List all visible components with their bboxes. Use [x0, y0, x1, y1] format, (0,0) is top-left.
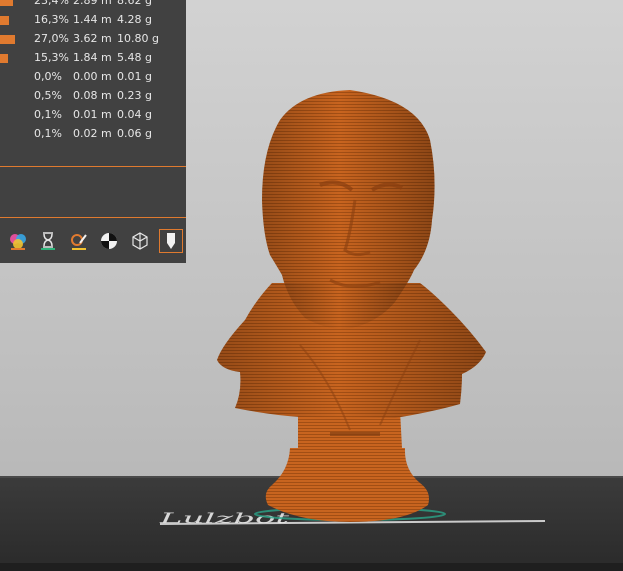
material-usage-row: 15,3% 1.84 m 5.48 g: [0, 50, 186, 66]
usage-length: 1.84 m: [73, 51, 112, 64]
usage-length: 0.02 m: [73, 127, 112, 140]
usage-percent: 0,0%: [34, 70, 62, 83]
view-mode-toolbar: [0, 224, 186, 258]
usage-percent: 0,1%: [34, 108, 62, 121]
cube-wireframe-icon[interactable]: [129, 230, 151, 252]
usage-weight: 0.01 g: [117, 70, 152, 83]
usage-weight: 10.80 g: [117, 32, 159, 45]
material-usage-row: 23,4% 2.89 m 8.62 g: [0, 0, 186, 9]
contrast-icon[interactable]: [98, 230, 120, 252]
tool-settings-icon[interactable]: [68, 230, 90, 252]
material-usage-row: 0,0% 0.00 m 0.01 g: [0, 69, 186, 85]
usage-weight: 0.23 g: [117, 89, 152, 102]
usage-weight: 8.62 g: [117, 0, 152, 7]
usage-length: 0.00 m: [73, 70, 112, 83]
usage-percent: 0,5%: [34, 89, 62, 102]
material-usage-row: 0,1% 0.01 m 0.04 g: [0, 107, 186, 123]
usage-percent: 0,1%: [34, 127, 62, 140]
usage-bar: [0, 16, 9, 25]
bust: [217, 90, 486, 522]
color-palette-icon[interactable]: [7, 230, 29, 252]
panel-divider: [0, 217, 186, 218]
usage-bar: [0, 54, 8, 63]
usage-length: 0.08 m: [73, 89, 112, 102]
extruder-icon[interactable]: [159, 229, 183, 253]
usage-weight: 5.48 g: [117, 51, 152, 64]
material-usage-row: 27,0% 3.62 m 10.80 g: [0, 31, 186, 47]
material-usage-row: 16,3% 1.44 m 4.28 g: [0, 12, 186, 28]
usage-length: 1.44 m: [73, 13, 112, 26]
usage-percent: 27,0%: [34, 32, 69, 45]
hourglass-icon[interactable]: [37, 230, 59, 252]
usage-bar: [0, 35, 15, 44]
material-usage-row: 0,5% 0.08 m 0.23 g: [0, 88, 186, 104]
material-usage-panel: 23,4% 2.89 m 8.62 g 16,3% 1.44 m 4.28 g 27,0% 3…: [0, 0, 186, 263]
usage-weight: 0.06 g: [117, 127, 152, 140]
panel-divider: [0, 166, 186, 167]
usage-percent: 15,3%: [34, 51, 69, 64]
usage-percent: 23,4%: [34, 0, 69, 7]
usage-bar: [0, 0, 13, 6]
usage-length: 3.62 m: [73, 32, 112, 45]
usage-weight: 0.04 g: [117, 108, 152, 121]
usage-length: 2.89 m: [73, 0, 112, 7]
material-usage-row: 0,1% 0.02 m 0.06 g: [0, 126, 186, 142]
usage-length: 0.01 m: [73, 108, 112, 121]
usage-weight: 4.28 g: [117, 13, 152, 26]
usage-percent: 16,3%: [34, 13, 69, 26]
